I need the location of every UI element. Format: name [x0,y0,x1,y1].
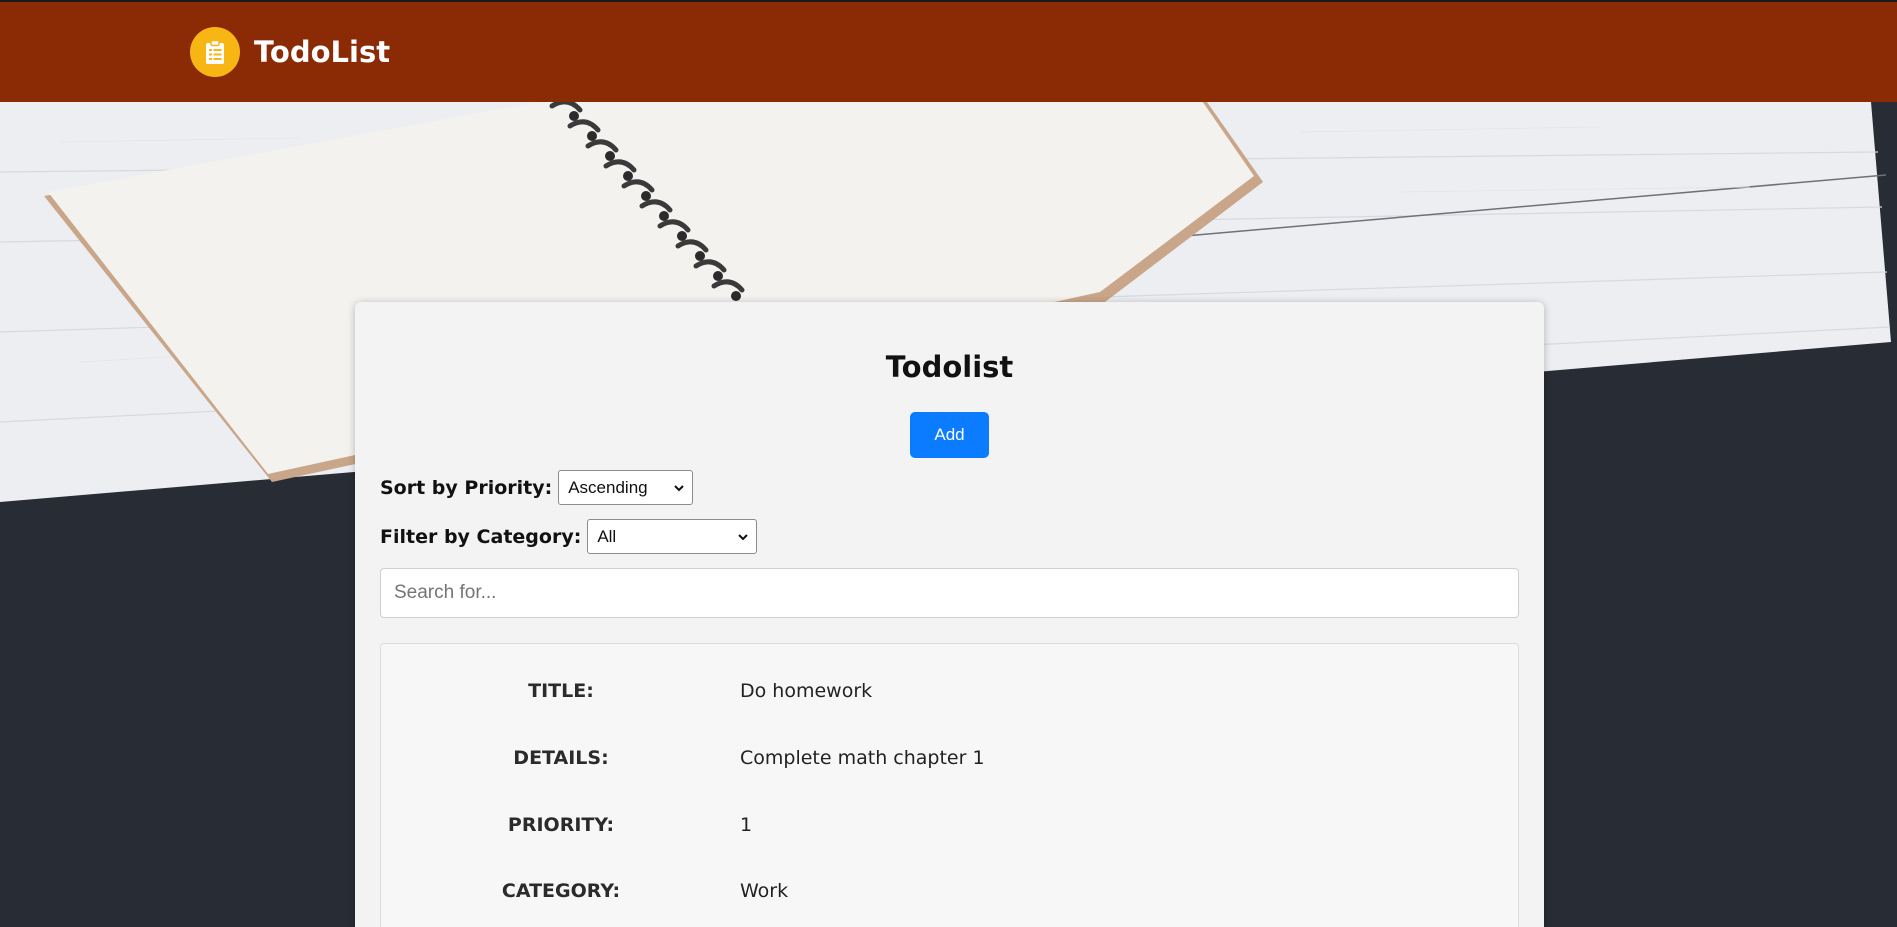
filter-label: Filter by Category: [380,525,582,548]
brand-name: TodoList [254,35,391,69]
title-value: Do homework [740,680,873,702]
chevron-down-icon [738,533,749,540]
sort-select-value: Ascending [568,477,648,497]
title-label: TITLE: [528,680,594,702]
navbar: TodoList [0,0,1897,102]
brand-link[interactable]: TodoList [190,27,390,77]
clipboard-icon [190,27,240,77]
filter-select-value: All [597,526,617,546]
category-value: Work [740,880,789,902]
category-label: CATEGORY: [501,880,621,902]
sort-label: Sort by Priority: [380,476,553,499]
priority-value: 1 [740,814,753,836]
chevron-down-icon [674,484,684,491]
page-title: Todolist [885,350,1014,384]
sort-control: Sort by Priority: Ascending [380,470,694,505]
details-value: Complete math chapter 1 [740,747,985,769]
priority-label: PRIORITY: [507,814,615,836]
search-input[interactable] [380,568,1519,618]
todolist-card: Todolist Add Sort by Priority: Ascending… [355,302,1544,927]
filter-select[interactable]: All [587,519,758,554]
todo-item: TITLE: Do homework DETAILS: Complete mat… [380,643,1519,927]
filter-control: Filter by Category: All [380,519,758,554]
details-label: DETAILS: [513,747,609,769]
add-button[interactable]: Add [910,412,989,458]
sort-select[interactable]: Ascending [558,470,694,505]
